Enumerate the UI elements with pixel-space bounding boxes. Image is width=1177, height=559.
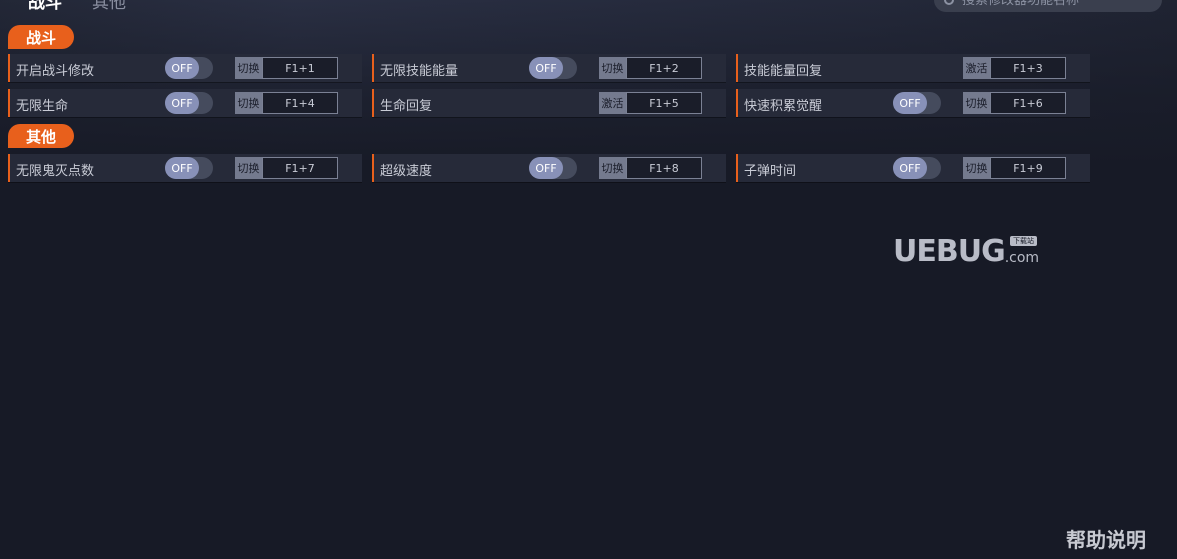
mode-tag: 激活 [599,92,626,114]
cheat-label: 技能能量回复 [744,64,823,79]
logo-domain: .com [1004,250,1040,266]
cheat-label: 无限技能能量 [380,64,459,79]
cheat-item: 技能能量回复 激活 F1+3 [736,54,1090,82]
hotkey-field[interactable]: F1+8 [626,157,702,179]
cheat-row: 开启战斗修改 OFF 切换 F1+1 无限技能能量 OFF 切换 F1+2 技能… [8,54,1090,82]
cheat-item: 子弹时间 OFF 切换 F1+9 [736,154,1090,182]
cheat-item: 无限鬼灭点数 OFF 切换 F1+7 [8,154,362,182]
section-header-other: 其他 [8,124,74,148]
toggle-state: OFF [165,57,199,79]
hotkey-field[interactable]: F1+7 [262,157,338,179]
uebug-logo: UEBUG .com 下载站 [893,232,1043,272]
search-bar[interactable] [934,0,1162,12]
toggle-state: OFF [893,92,927,114]
cheat-toggle[interactable]: OFF [893,157,941,179]
logo-text: UEBUG [893,234,1006,269]
cheat-item: 无限技能能量 OFF 切换 F1+2 [372,54,726,82]
banner-fade [0,0,1177,170]
hotkey-field[interactable]: F1+1 [262,57,338,79]
mode-tag: 切换 [235,157,262,179]
logo-badge: 下载站 [1010,236,1037,246]
hotkey-field[interactable]: F1+3 [990,57,1066,79]
toggle-state: OFF [165,157,199,179]
toggle-state: OFF [529,57,563,79]
toggle-state: OFF [893,157,927,179]
cheat-item: 生命回复 激活 F1+5 [372,89,726,117]
cheat-toggle[interactable]: OFF [893,92,941,114]
mode-tag: 切换 [235,57,262,79]
mode-tag: 切换 [235,92,262,114]
hotkey-field[interactable]: F1+9 [990,157,1066,179]
toggle-state: OFF [165,92,199,114]
search-icon [944,0,954,5]
cheat-toggle[interactable]: OFF [165,57,213,79]
tab-bar: 战斗 其他 [28,0,126,13]
cheat-row: 无限生命 OFF 切换 F1+4 生命回复 激活 F1+5 快速积累觉醒 OFF… [8,89,1090,117]
mode-tag: 切换 [599,57,626,79]
mode-tag: 切换 [963,157,990,179]
tab-combat[interactable]: 战斗 [28,0,62,13]
help-button[interactable]: 帮助说明 [1066,524,1146,553]
cheat-item: 开启战斗修改 OFF 切换 F1+1 [8,54,362,82]
cheat-row: 无限鬼灭点数 OFF 切换 F1+7 超级速度 OFF 切换 F1+8 子弹时间… [8,154,1090,182]
mode-tag: 切换 [963,92,990,114]
cheat-label: 开启战斗修改 [16,64,95,79]
cheat-label: 生命回复 [380,99,433,114]
cheat-item: 快速积累觉醒 OFF 切换 F1+6 [736,89,1090,117]
hotkey-field[interactable]: F1+5 [626,92,702,114]
cheat-item: 超级速度 OFF 切换 F1+8 [372,154,726,182]
search-input[interactable] [960,0,1144,9]
cheat-toggle[interactable]: OFF [529,157,577,179]
cheat-label: 快速积累觉醒 [744,99,823,114]
cheat-label: 超级速度 [380,164,433,179]
cheat-toggle[interactable]: OFF [165,157,213,179]
cheat-label: 无限鬼灭点数 [16,164,95,179]
cheat-label: 子弹时间 [744,164,797,179]
mode-tag: 切换 [599,157,626,179]
tab-other[interactable]: 其他 [92,0,126,13]
cheat-label: 无限生命 [16,99,69,114]
toggle-state: OFF [529,157,563,179]
section-header-combat: 战斗 [8,25,74,49]
cheat-item: 无限生命 OFF 切换 F1+4 [8,89,362,117]
mode-tag: 激活 [963,57,990,79]
hotkey-field[interactable]: F1+4 [262,92,338,114]
hotkey-field[interactable]: F1+2 [626,57,702,79]
hotkey-field[interactable]: F1+6 [990,92,1066,114]
cheat-toggle[interactable]: OFF [529,57,577,79]
cheat-toggle[interactable]: OFF [165,92,213,114]
